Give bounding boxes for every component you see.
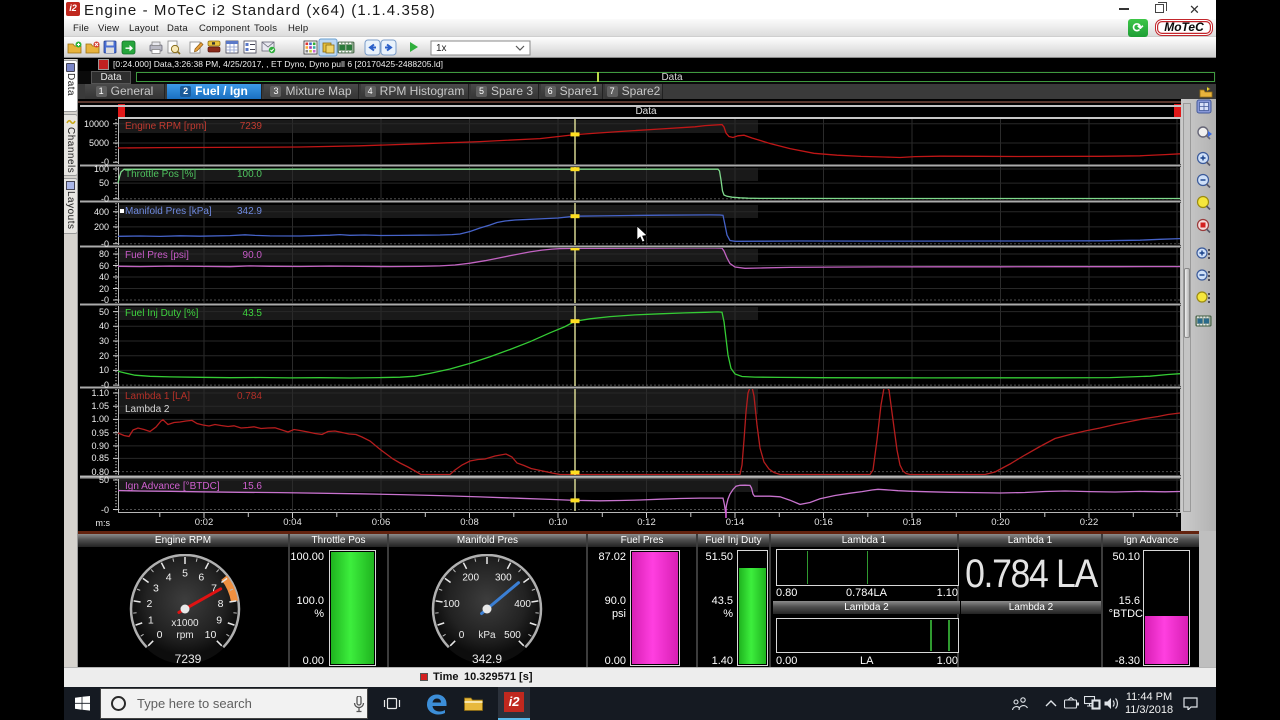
- svg-text:200: 200: [462, 572, 479, 583]
- svg-text:6: 6: [198, 571, 204, 583]
- svg-text:1: 1: [148, 615, 154, 627]
- svg-text:3: 3: [153, 582, 159, 594]
- svg-text:rpm: rpm: [176, 630, 193, 641]
- svg-text:4: 4: [166, 571, 172, 583]
- svg-text:kPa: kPa: [478, 630, 496, 641]
- svg-text:9: 9: [216, 615, 222, 627]
- svg-text:300: 300: [495, 572, 512, 583]
- svg-text:0: 0: [459, 630, 465, 641]
- svg-text:2: 2: [146, 598, 152, 610]
- svg-text:100: 100: [443, 599, 460, 610]
- svg-text:x1000: x1000: [171, 618, 199, 629]
- svg-text:400: 400: [514, 599, 531, 610]
- svg-text:5: 5: [182, 568, 188, 580]
- svg-text:10: 10: [205, 629, 217, 641]
- svg-text:8: 8: [218, 598, 224, 610]
- svg-text:500: 500: [504, 630, 521, 641]
- svg-text:0: 0: [157, 629, 163, 641]
